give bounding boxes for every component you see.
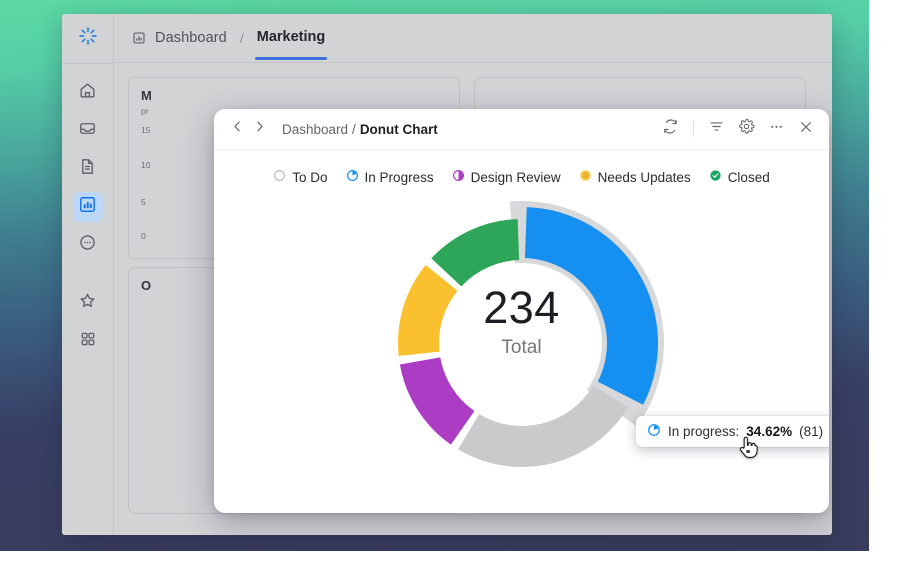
modal-breadcrumb: Dashboard / Donut Chart (282, 122, 438, 137)
tooltip-count: (81) (799, 424, 824, 439)
legend-label: In Progress (364, 169, 434, 185)
y-tick-15: 15 (141, 125, 151, 135)
app-window: Dashboard / Marketing M pr 15 10 5 0 O D… (62, 14, 832, 535)
pointer-hand-cursor (738, 435, 758, 464)
sidebar-item-apps[interactable] (73, 326, 103, 356)
legend-item-needs-updates[interactable]: Needs Updates (579, 169, 691, 185)
sidebar-item-inbox[interactable] (73, 116, 103, 146)
tooltip-label: In progress: (668, 424, 740, 439)
legend-label: Closed (727, 169, 770, 185)
modal-forward-button[interactable] (248, 118, 270, 140)
document-icon (78, 157, 97, 181)
todo-circle-icon (273, 169, 286, 185)
y-tick-0: 0 (141, 231, 146, 241)
modal-back-button[interactable] (226, 118, 248, 140)
chevron-left-icon (230, 119, 245, 139)
donut-total-label: Total (501, 337, 542, 358)
breadcrumb-separator: / (239, 30, 244, 46)
home-icon (78, 81, 97, 105)
screenshot-root: Dashboard / Marketing M pr 15 10 5 0 O D… (0, 0, 899, 567)
legend-item-to-do[interactable]: To Do (273, 169, 328, 185)
sidebar-rail (62, 14, 114, 535)
app-logo[interactable] (62, 14, 113, 64)
chart-tooltip: In progress: 34.62% (81) (636, 416, 829, 447)
backdrop-right-fade (869, 0, 899, 567)
donut-total-value: 234 (483, 282, 560, 333)
needs-updates-icon (579, 169, 592, 185)
toolbar-divider (693, 121, 694, 137)
sidebar-item-reports[interactable] (72, 192, 103, 222)
legend-label: To Do (292, 169, 328, 185)
chat-dots-icon (78, 233, 97, 257)
filter-icon[interactable] (708, 118, 725, 140)
sidebar-item-messages[interactable] (73, 230, 103, 260)
in-progress-icon (647, 423, 661, 440)
in-progress-icon (346, 169, 359, 185)
star-icon (78, 291, 97, 315)
card-title: M (141, 88, 152, 103)
legend-item-in-progress[interactable]: In Progress (346, 169, 434, 185)
gear-icon[interactable] (738, 118, 755, 140)
modal-toolbar (662, 118, 814, 140)
modal-breadcrumb-current: Donut Chart (359, 121, 438, 137)
refresh-icon[interactable] (662, 118, 679, 140)
closed-check-icon (709, 169, 722, 185)
spinner-logo-icon (78, 26, 98, 51)
sidebar-item-documents[interactable] (73, 154, 103, 184)
modal-breadcrumb-separator: / (352, 121, 356, 137)
grid-apps-icon (79, 330, 97, 353)
donut-slice-to-do[interactable]: To Do: 27.35% (64) (457, 385, 628, 467)
chart-legend: To Do In Progress Design Review Needs Up… (214, 150, 829, 185)
bar-chart-icon (132, 31, 146, 45)
chevron-right-icon (252, 119, 267, 139)
legend-label: Design Review (470, 169, 561, 185)
chart-area: In Progress: 34.62% (81)To Do: 27.35% (6… (214, 185, 829, 485)
sidebar-item-favorites[interactable] (73, 288, 103, 318)
modal-breadcrumb-root[interactable]: Dashboard (282, 122, 348, 137)
breadcrumb-root[interactable]: Dashboard (155, 30, 227, 46)
close-icon[interactable] (798, 119, 814, 140)
backdrop-bottom-fade (0, 551, 899, 567)
donut-chart-modal: Dashboard / Donut Chart To Do In Progres… (214, 109, 829, 513)
y-tick-10: 10 (141, 160, 151, 170)
design-review-icon (452, 169, 465, 185)
top-breadcrumb-bar: Dashboard / Marketing (114, 14, 832, 63)
bar-chart-icon (78, 195, 97, 219)
donut-chart: In Progress: 34.62% (81)To Do: 27.35% (6… (372, 193, 672, 493)
legend-label: Needs Updates (597, 169, 691, 185)
sidebar-item-home[interactable] (73, 78, 103, 108)
donut-slice-closed[interactable]: Closed: 10.68% (25) (430, 219, 519, 287)
tab-marketing[interactable]: Marketing (254, 29, 327, 60)
legend-item-design-review[interactable]: Design Review (452, 169, 561, 185)
modal-header: Dashboard / Donut Chart (214, 109, 829, 150)
legend-item-closed[interactable]: Closed (709, 169, 770, 185)
y-tick-5: 5 (141, 197, 146, 207)
ellipsis-icon[interactable] (768, 118, 785, 140)
inbox-icon (78, 119, 97, 143)
donut-slice-design-review[interactable]: Design Review: 13.68% (32) (399, 357, 474, 445)
